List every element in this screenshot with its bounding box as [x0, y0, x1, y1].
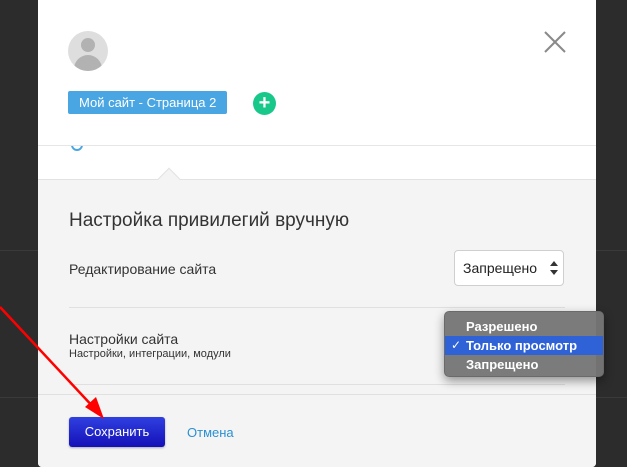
section-title: Настройка привилегий вручную	[69, 210, 350, 231]
checkmark-icon: ✓	[451, 338, 462, 352]
select-arrows-icon	[550, 261, 558, 275]
site-editing-select-value: Запрещено	[463, 260, 538, 276]
scrolled-option-strip	[38, 145, 596, 179]
avatar	[68, 31, 108, 71]
cancel-link[interactable]: Отмена	[187, 425, 234, 440]
radio-icon[interactable]	[71, 146, 83, 151]
avatar-body-shape	[74, 55, 102, 71]
close-button[interactable]	[542, 29, 568, 55]
dropdown-option-label: Запрещено	[466, 357, 539, 372]
dropdown-option-view-only[interactable]: ✓ Только просмотр	[445, 336, 603, 355]
avatar-head-shape	[81, 38, 95, 52]
add-site-button[interactable]: +	[253, 92, 276, 115]
site-settings-sublabel: Настройки, интеграции, модули	[69, 348, 231, 360]
dropdown-option-label: Разрешено	[466, 319, 538, 334]
site-tag[interactable]: Мой сайт - Страница 2	[68, 91, 228, 114]
site-editing-select[interactable]: Запрещено	[454, 250, 564, 286]
row-divider	[69, 307, 565, 308]
dropdown-option-forbidden[interactable]: Запрещено	[445, 355, 603, 374]
save-button[interactable]: Сохранить	[69, 417, 165, 447]
modal-header: Мой сайт - Страница 2 +	[38, 0, 596, 145]
row-divider	[69, 384, 565, 385]
site-settings-dropdown-menu: Разрешено ✓ Только просмотр Запрещено	[444, 311, 604, 377]
modal-footer: Сохранить Отмена	[38, 394, 596, 467]
close-icon	[544, 31, 566, 53]
site-settings-label: Настройки сайта	[69, 331, 179, 347]
dropdown-option-label: Только просмотр	[466, 338, 578, 353]
site-editing-label: Редактирование сайта	[69, 261, 217, 277]
dropdown-option-allowed[interactable]: Разрешено	[445, 317, 603, 336]
permissions-modal: Мой сайт - Страница 2 + Настройка привил…	[38, 0, 596, 467]
